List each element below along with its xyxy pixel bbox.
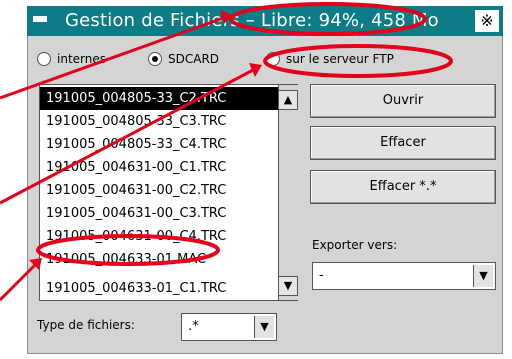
radio-button-icon: [266, 52, 280, 66]
radio-button-icon: [37, 52, 51, 66]
close-icon[interactable]: ※: [475, 10, 499, 32]
window-title: Gestion de Fichiers – Libre: 94%, 458 Mo: [65, 10, 439, 31]
window-menu-icon[interactable]: [33, 16, 47, 22]
file-list-item[interactable]: 191005_004631-00_C3.TRC: [40, 202, 278, 225]
file-list-item[interactable]: 191005_004631-00_C1.TRC: [40, 156, 278, 179]
chevron-down-icon[interactable]: ▼: [254, 316, 274, 338]
radio-label: SDCARD: [168, 52, 220, 66]
radio-button-icon: [148, 52, 162, 66]
export-value: -: [319, 268, 324, 283]
export-select[interactable]: - ▼: [312, 262, 496, 290]
radio-internes[interactable]: internes: [37, 50, 106, 68]
file-list-item[interactable]: 191005_004805-33_C2.TRC: [40, 87, 278, 110]
radio-label: internes: [57, 52, 106, 66]
file-type-label: Type de fichiers:: [37, 318, 135, 332]
file-list-item[interactable]: 191005_004805-33_C4.TRC: [40, 133, 278, 156]
delete-all-button[interactable]: Effacer *.*: [310, 170, 496, 204]
radio-sdcard[interactable]: SDCARD: [148, 50, 219, 68]
file-list[interactable]: 191005_004805-33_C2.TRC 191005_004805-33…: [39, 84, 298, 301]
scroll-down-icon[interactable]: ▼: [278, 276, 298, 296]
export-label: Exporter vers:: [312, 238, 398, 252]
radio-ftp[interactable]: sur le serveur FTP: [266, 50, 394, 68]
file-list-item[interactable]: 191005_004631-00_C2.TRC: [40, 179, 278, 202]
delete-button[interactable]: Effacer: [310, 126, 496, 160]
file-list-item[interactable]: 191005_004631-00_C4.TRC: [40, 225, 278, 248]
file-list-item[interactable]: 191005_004805-33_C3.TRC: [40, 110, 278, 133]
scroll-up-icon[interactable]: ▲: [278, 90, 298, 110]
file-type-select[interactable]: .* ▼: [181, 313, 277, 341]
file-list-item[interactable]: 191005_004633-01_C1.TRC: [40, 277, 278, 300]
title-bar: Gestion de Fichiers – Libre: 94%, 458 Mo…: [27, 6, 503, 36]
chevron-down-icon[interactable]: ▼: [473, 265, 493, 287]
file-list-item[interactable]: 191005_004633-01.MAC: [40, 248, 278, 271]
screen: Gestion de Fichiers – Libre: 94%, 458 Mo…: [0, 0, 512, 359]
file-list-scrollbar[interactable]: [278, 85, 298, 300]
file-type-value: .*: [188, 319, 199, 334]
open-button[interactable]: Ouvrir: [310, 84, 496, 118]
radio-label: sur le serveur FTP: [286, 52, 394, 66]
